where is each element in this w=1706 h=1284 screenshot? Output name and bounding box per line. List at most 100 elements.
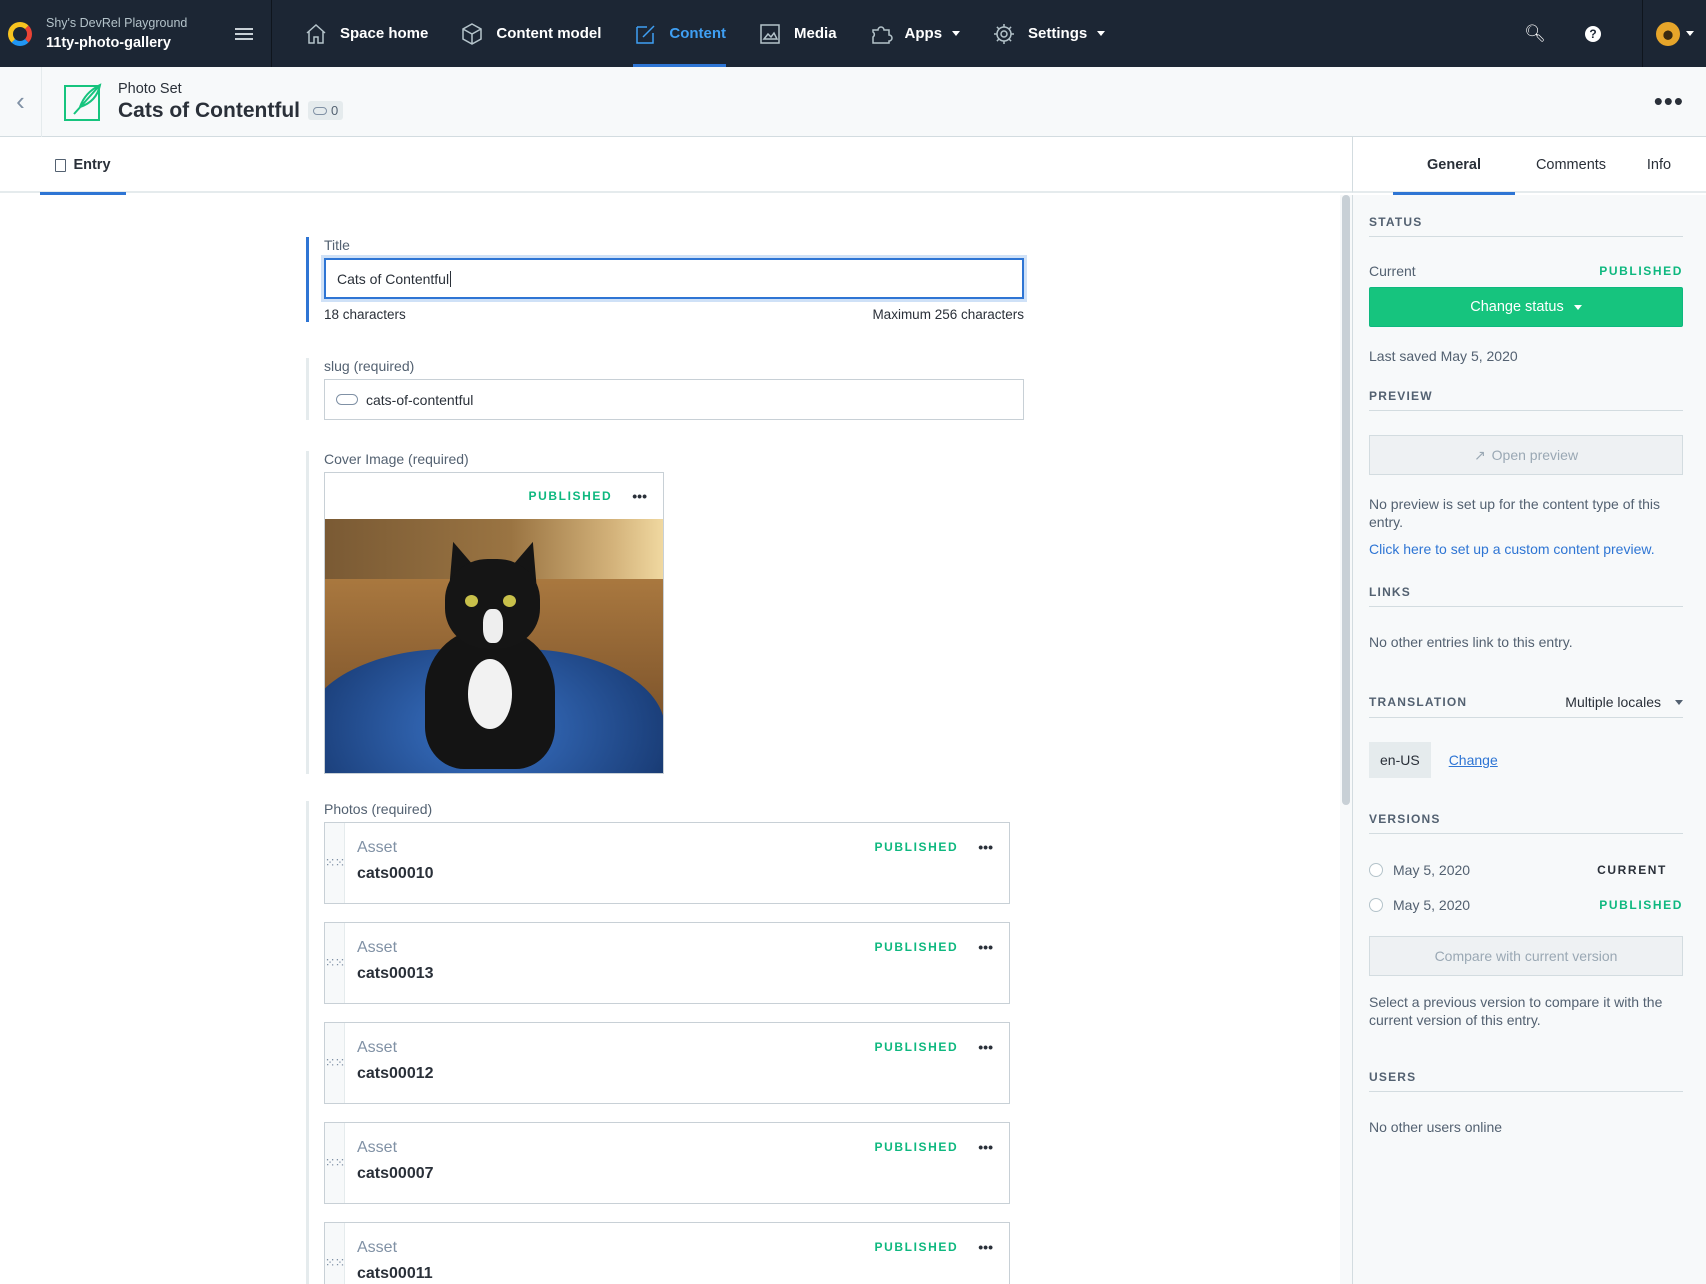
versions-heading: VERSIONS (1369, 812, 1683, 834)
photo-asset-card[interactable]: ⁙⁙ Asset cats00007 PUBLISHED ••• (324, 1122, 1010, 1204)
photo-asset-card[interactable]: ⁙⁙ Asset cats00011 PUBLISHED ••• (324, 1222, 1010, 1284)
version-row[interactable]: May 5, 2020 PUBLISHED (1369, 897, 1683, 913)
nav-content[interactable]: Content (633, 0, 726, 67)
external-link-icon: ↗ (1473, 446, 1486, 463)
locale-pill: en-US (1369, 742, 1431, 778)
title-max-chars: Maximum 256 characters (872, 307, 1024, 322)
users-text: No other users online (1369, 1119, 1503, 1135)
entry-form: Title Cats of Contentful 18 characters M… (0, 195, 1340, 1284)
tab-info[interactable]: Info (1627, 137, 1691, 193)
more-options-icon[interactable]: ••• (978, 839, 993, 855)
status-badge: PUBLISHED (874, 1040, 959, 1054)
last-saved: Last saved May 5, 2020 (1369, 348, 1518, 364)
version-radio[interactable] (1369, 863, 1383, 877)
editor-tabs: Entry (0, 137, 1352, 195)
more-options-icon[interactable]: ••• (1654, 86, 1684, 117)
slug-input[interactable]: cats-of-contentful (324, 379, 1024, 420)
more-options-icon[interactable]: ••• (978, 939, 993, 955)
translation-heading: TRANSLATION (1369, 695, 1468, 709)
version-row[interactable]: May 5, 2020 CURRENT (1369, 862, 1683, 878)
title-field: Title Cats of Contentful 18 characters M… (306, 237, 1026, 322)
change-locale-link[interactable]: Change (1449, 752, 1498, 768)
title-field-label: Title (324, 237, 350, 253)
drag-handle-icon[interactable]: ⁙⁙ (325, 1023, 345, 1103)
main-nav: Space home Content model Content Media A… (272, 0, 1506, 67)
reference-count-badge[interactable]: 0 (307, 101, 344, 120)
scrollbar-thumb[interactable] (1342, 195, 1350, 805)
change-status-button[interactable]: Change status (1369, 287, 1683, 327)
asset-title: cats00010 (357, 865, 434, 882)
open-preview-button[interactable]: ↗ Open preview (1369, 435, 1683, 475)
feather-icon (64, 82, 102, 121)
editor-scrollbar[interactable] (1340, 195, 1352, 1284)
version-radio[interactable] (1369, 898, 1383, 912)
avatar (1655, 21, 1680, 46)
content-type-name: Photo Set (118, 80, 182, 97)
back-button[interactable]: ‹ (0, 66, 42, 137)
cube-icon (462, 22, 483, 45)
title-input[interactable]: Cats of Contentful (324, 258, 1024, 299)
locale-mode-select[interactable]: Multiple locales (1565, 694, 1683, 710)
drag-handle-icon[interactable]: ⁙⁙ (325, 923, 345, 1003)
nav-apps[interactable]: Apps (869, 0, 961, 67)
help-icon: ? (1585, 25, 1601, 42)
sidebar-tabs: General Comments Info (1352, 137, 1706, 195)
title-char-count: 18 characters (324, 307, 406, 322)
puzzle-icon (871, 25, 893, 44)
version-status: CURRENT (1597, 863, 1667, 877)
cover-image-thumbnail (325, 519, 663, 773)
photo-asset-card[interactable]: ⁙⁙ Asset cats00010 PUBLISHED ••• (324, 822, 1010, 904)
drag-handle-icon[interactable]: ⁙⁙ (325, 823, 345, 903)
menu-icon[interactable] (235, 25, 253, 43)
chevron-down-icon (952, 31, 961, 36)
chevron-down-icon (1685, 31, 1694, 36)
account-menu[interactable] (1642, 0, 1706, 67)
more-options-icon[interactable]: ••• (978, 1239, 993, 1255)
status-badge: PUBLISHED (874, 940, 959, 954)
status-heading: STATUS (1369, 215, 1683, 237)
tab-comments[interactable]: Comments (1515, 137, 1627, 193)
entry-title: Cats of Contentful (118, 98, 300, 122)
search-icon[interactable]: 🔍︎ (1506, 0, 1564, 67)
status-badge: PUBLISHED (1599, 264, 1683, 278)
nav-content-model[interactable]: Content model (460, 0, 601, 67)
more-options-icon[interactable]: ••• (978, 1039, 993, 1055)
setup-preview-link[interactable]: Click here to set up a custom content pr… (1369, 541, 1683, 557)
link-icon (336, 394, 358, 405)
photo-asset-card[interactable]: ⁙⁙ Asset cats00013 PUBLISHED ••• (324, 922, 1010, 1004)
asset-title: cats00012 (357, 1065, 434, 1082)
drag-handle-icon[interactable]: ⁙⁙ (325, 1223, 345, 1284)
chevron-left-icon: ‹ (16, 86, 25, 116)
versions-note: Select a previous version to compare it … (1369, 994, 1663, 1028)
tab-general[interactable]: General (1393, 137, 1515, 195)
entry-header: ‹ Photo Set Cats of Contentful 0 ••• (0, 66, 1706, 137)
photo-asset-card[interactable]: ⁙⁙ Asset cats00012 PUBLISHED ••• (324, 1022, 1010, 1104)
status-badge: PUBLISHED (874, 1240, 959, 1254)
photos-field-label: Photos (required) (324, 801, 433, 817)
nav-media[interactable]: Media (758, 0, 837, 67)
cover-image-field: Cover Image (required) PUBLISHED ••• (306, 451, 1026, 774)
chevron-down-icon (1675, 699, 1683, 705)
nav-space-home[interactable]: Space home (304, 0, 428, 67)
current-label: Current (1369, 263, 1416, 279)
help-button[interactable]: ? (1564, 0, 1622, 67)
version-status: PUBLISHED (1599, 898, 1683, 912)
media-icon (760, 23, 780, 44)
asset-title: cats00013 (357, 965, 434, 982)
cover-image-card[interactable]: PUBLISHED ••• (324, 472, 664, 774)
status-badge: PUBLISHED (528, 489, 613, 503)
slug-field-label: slug (required) (324, 358, 415, 374)
status-badge: PUBLISHED (874, 1140, 959, 1154)
drag-handle-icon[interactable]: ⁙⁙ (325, 1123, 345, 1203)
status-section: STATUS Current PUBLISHED Change status L… (1369, 215, 1683, 365)
asset-title: cats00007 (357, 1165, 434, 1182)
users-section: USERS No other users online (1369, 1070, 1683, 1136)
space-switcher[interactable]: Shy's DevRel Playground 11ty-photo-galle… (0, 0, 272, 67)
compare-version-button[interactable]: Compare with current version (1369, 936, 1683, 976)
link-icon (312, 106, 327, 115)
nav-settings[interactable]: Settings (992, 0, 1106, 67)
more-options-icon[interactable]: ••• (978, 1139, 993, 1155)
more-options-icon[interactable]: ••• (632, 488, 647, 504)
tab-entry[interactable]: Entry (40, 137, 126, 195)
home-icon (306, 23, 326, 44)
